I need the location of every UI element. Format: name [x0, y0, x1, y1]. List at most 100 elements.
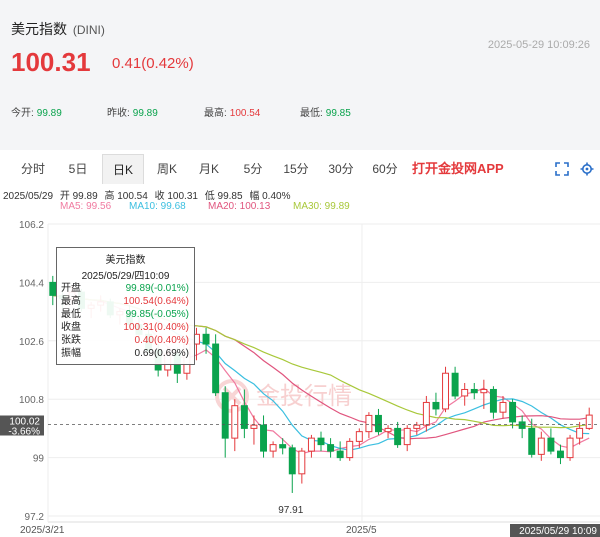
tab-timeshare[interactable]: 分时	[12, 154, 54, 184]
tooltip-value: 0.40(0.40%)	[134, 335, 189, 346]
y-tick-label: 99	[33, 454, 45, 465]
candle	[375, 408, 382, 435]
min-low-label: 97.91	[278, 505, 303, 516]
candle-body	[231, 405, 239, 439]
tab-15min[interactable]: 15分	[276, 154, 316, 184]
candle-body	[202, 333, 210, 345]
tooltip-value: 100.54(0.64%)	[123, 296, 189, 307]
candle-body	[355, 431, 363, 442]
ohlc-info-line: 2025/05/29 开 99.89 高 100.54 收 100.31 低 9…	[3, 187, 294, 202]
tab-60min[interactable]: 60分	[364, 154, 406, 184]
candle	[269, 441, 277, 458]
candle	[403, 425, 411, 452]
candle-body	[489, 388, 497, 413]
candle-tooltip: 美元指数 2025/05/29/四10:09 开盘 99.89(-0.01%) 最…	[56, 247, 195, 365]
candle	[260, 415, 267, 458]
stat-prev-close-value: 99.89	[132, 108, 158, 119]
tooltip-value: 99.89(-0.01%)	[125, 283, 189, 294]
y-tick-label: 106.2	[19, 220, 44, 231]
candle-body	[480, 388, 488, 394]
quote-header: 美元指数 (DINI) 2025-05-29 10:09:26 100.31 0…	[0, 0, 600, 150]
instrument-name: 美元指数 (DINI)	[11, 19, 105, 39]
y-tick-label: 104.4	[19, 278, 44, 289]
x-tick-label: 2025/5	[346, 525, 377, 536]
candle-body	[442, 372, 449, 410]
candle	[212, 334, 220, 396]
stat-low: 最低: 99.85	[300, 104, 351, 119]
candle	[547, 428, 555, 455]
y-tick-label: 102.6	[19, 337, 44, 348]
tooltip-row-low: 最低 99.85(-0.05%)	[57, 308, 194, 321]
candle-body	[403, 427, 411, 446]
candle	[509, 399, 517, 429]
tooltip-label: 开盘	[61, 283, 81, 294]
candle	[518, 415, 526, 439]
tab-5day[interactable]: 5日	[58, 154, 98, 184]
candle-body	[365, 414, 373, 433]
candle-body	[413, 424, 421, 429]
tab-daily-k[interactable]: 日K	[102, 154, 144, 184]
tab-5min[interactable]: 5分	[234, 154, 272, 184]
settings-icon[interactable]	[580, 162, 594, 176]
candle-body	[298, 450, 306, 475]
candle	[413, 421, 421, 435]
tab-30min[interactable]: 30分	[320, 154, 362, 184]
candle-body	[557, 450, 564, 459]
candle-body	[279, 444, 287, 449]
candle	[317, 431, 325, 452]
candle	[470, 382, 478, 400]
candle-body	[509, 401, 517, 423]
candle	[202, 327, 210, 354]
candle	[557, 444, 564, 465]
y-tick-label: 100.8	[19, 395, 44, 406]
tab-monthly-k[interactable]: 月K	[190, 154, 228, 184]
candle	[355, 428, 363, 448]
candle-body	[250, 424, 258, 429]
y-tick-label: 97.2	[25, 512, 45, 523]
candle-body	[432, 401, 440, 410]
candle-body	[537, 437, 545, 455]
candle-body	[260, 424, 267, 452]
candle	[432, 392, 440, 416]
tooltip-row-open: 开盘 99.89(-0.01%)	[57, 282, 194, 295]
candle-body	[451, 372, 459, 397]
stat-high-label: 最高:	[204, 108, 227, 119]
tooltip-row-amplitude: 振幅 0.69(0.69%)	[57, 347, 194, 360]
candle-body	[394, 427, 402, 446]
candle-body	[375, 414, 382, 433]
candle-body	[547, 437, 555, 452]
tooltip-value: 0.69(0.69%)	[134, 348, 189, 359]
tab-weekly-k[interactable]: 周K	[148, 154, 186, 184]
candle	[307, 434, 315, 458]
tooltip-row-close: 收盘 100.31(0.40%)	[57, 321, 194, 334]
candle-body	[422, 401, 430, 426]
tooltip-label: 张跌	[61, 335, 81, 346]
candle	[327, 438, 335, 458]
tooltip-label: 最高	[61, 296, 81, 307]
tooltip-label: 振幅	[61, 348, 81, 359]
candle	[566, 434, 574, 461]
quote-timestamp: 2025-05-29 10:09:26	[487, 39, 590, 51]
candle-body	[346, 440, 354, 459]
candle	[384, 425, 392, 439]
ma10-value: MA10: 99.68	[129, 201, 186, 212]
candle-body	[327, 444, 335, 452]
crosshair-pct: -3.66%	[8, 427, 40, 438]
ma30-value: MA30: 99.89	[293, 201, 350, 212]
candle-body	[49, 281, 57, 296]
stat-high-value: 100.54	[229, 108, 261, 119]
fullscreen-icon[interactable]	[555, 162, 569, 176]
candle	[422, 395, 430, 432]
period-tabs: 分时 5日 日K 周K 月K 5分 15分 30分 60分 打开金投网APP	[0, 154, 600, 184]
candle-body	[566, 437, 574, 459]
stat-low-value: 99.85	[325, 108, 351, 119]
open-app-link[interactable]: 打开金投网APP	[412, 154, 504, 184]
tooltip-value: 100.31(0.40%)	[123, 322, 189, 333]
candle-body	[269, 444, 277, 452]
candle	[489, 386, 497, 419]
candle	[221, 386, 229, 458]
instrument-title: 美元指数	[11, 21, 67, 37]
candle-body	[212, 343, 220, 394]
candle	[336, 441, 344, 461]
candle	[442, 366, 449, 413]
